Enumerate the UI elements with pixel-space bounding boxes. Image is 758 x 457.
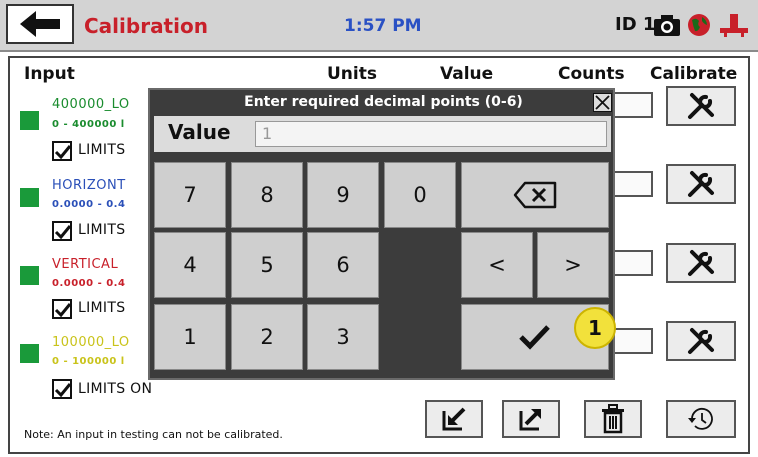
cursor-right-key[interactable]: >	[537, 232, 609, 298]
usb-connector-icon	[720, 14, 748, 37]
tools-icon	[688, 93, 714, 119]
column-header-units: Units	[327, 64, 377, 84]
trash-icon	[602, 404, 624, 434]
key-4[interactable]: 4	[154, 232, 226, 298]
input-range: 0 - 400000 l	[52, 119, 125, 130]
checkmark-icon	[54, 225, 72, 240]
clock: 1:57 PM	[344, 16, 422, 36]
import-icon	[442, 407, 466, 431]
back-button[interactable]	[6, 4, 74, 44]
limits-label: LIMITS	[78, 142, 126, 158]
input-name[interactable]: 400000_LO	[52, 97, 130, 112]
column-header-value: Value	[440, 64, 494, 84]
checkmark-icon	[54, 303, 72, 318]
key-0[interactable]: 0	[384, 162, 456, 228]
column-header-calibrate: Calibrate	[650, 64, 738, 84]
history-icon	[688, 407, 713, 430]
calibrate-button[interactable]	[666, 321, 736, 361]
value-input[interactable]: 1	[255, 121, 607, 147]
export-button[interactable]	[502, 400, 560, 438]
calibrate-button[interactable]	[666, 86, 736, 126]
limits-checkbox[interactable]	[52, 299, 72, 319]
value-label: Value	[168, 120, 231, 144]
input-name[interactable]: 100000_LO	[52, 335, 130, 350]
close-icon	[595, 95, 610, 110]
limits-checkbox[interactable]	[52, 379, 72, 399]
input-range: 0 - 100000 l	[52, 356, 125, 367]
input-name[interactable]: VERTICAL	[52, 257, 118, 272]
key-7[interactable]: 7	[154, 162, 226, 228]
calibrate-button[interactable]	[666, 164, 736, 204]
history-button[interactable]	[666, 400, 736, 438]
limits-label: LIMITS ON	[78, 381, 153, 397]
key-8[interactable]: 8	[231, 162, 303, 228]
input-name[interactable]: HORIZONT	[52, 178, 126, 193]
callout-badge: 1	[574, 307, 616, 349]
backspace-icon	[513, 181, 557, 209]
globe-icon[interactable]	[686, 12, 712, 38]
column-header-counts: Counts	[558, 64, 625, 84]
channel-color-square	[20, 344, 39, 363]
back-arrow-icon	[20, 11, 60, 37]
input-range: 0.0000 - 0.4	[52, 278, 126, 289]
tools-icon	[688, 171, 714, 197]
key-1[interactable]: 1	[154, 304, 226, 370]
limits-label: LIMITS	[78, 300, 126, 316]
tools-icon	[688, 250, 714, 276]
input-range: 0.0000 - 0.4	[52, 199, 126, 210]
channel-color-square	[20, 111, 39, 130]
key-2[interactable]: 2	[231, 304, 303, 370]
limits-checkbox[interactable]	[52, 141, 72, 161]
checkmark-icon	[519, 325, 550, 350]
export-icon	[519, 409, 541, 431]
import-button[interactable]	[425, 400, 483, 438]
key-5[interactable]: 5	[231, 232, 303, 298]
page-title: Calibration	[84, 14, 208, 38]
channel-color-square	[20, 188, 39, 207]
channel-color-square	[20, 266, 39, 285]
backspace-key[interactable]	[461, 162, 609, 228]
checkmark-icon	[54, 145, 72, 160]
calibrate-button[interactable]	[666, 243, 736, 283]
cursor-left-key[interactable]: <	[461, 232, 533, 298]
delete-button[interactable]	[584, 400, 642, 438]
device-id: ID 1	[615, 14, 656, 35]
limits-checkbox[interactable]	[52, 221, 72, 241]
footer-note: Note: An input in testing can not be cal…	[24, 428, 283, 441]
limits-label: LIMITS	[78, 222, 126, 238]
key-9[interactable]: 9	[307, 162, 379, 228]
tools-icon	[688, 328, 714, 354]
key-3[interactable]: 3	[307, 304, 379, 370]
checkmark-icon	[54, 383, 72, 398]
dialog-title: Enter required decimal points (0-6)	[244, 94, 523, 110]
camera-icon[interactable]	[652, 12, 682, 38]
close-button[interactable]	[593, 93, 612, 112]
column-header-input: Input	[24, 64, 75, 84]
key-6[interactable]: 6	[307, 232, 379, 298]
decimal-keypad-dialog: Enter required decimal points (0-6) Valu…	[148, 88, 615, 380]
